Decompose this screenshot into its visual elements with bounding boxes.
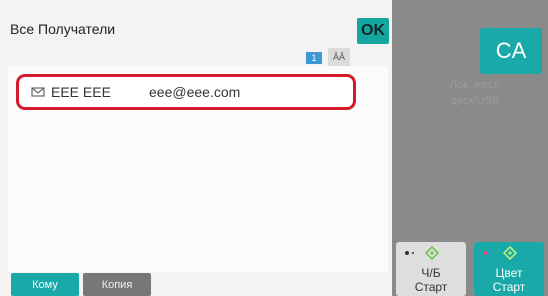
bw-dots-icon (405, 251, 414, 255)
start-diamond-icon (503, 246, 517, 260)
recipient-email: eee@eee.com (149, 84, 241, 100)
ok-button[interactable]: OK (357, 18, 389, 44)
storage-label: Лок. жест. диск/USB (449, 79, 501, 107)
bw-start-line1: Ч/Б (421, 266, 441, 280)
bw-start-button[interactable]: Ч/Б Старт (396, 242, 466, 296)
tab-to[interactable]: Кому (11, 273, 79, 296)
clear-all-button[interactable]: CA (480, 28, 542, 74)
address-dialog: Все Получатели OK 1 ĀĀ EEE EEE eee@eee.c… (0, 0, 392, 296)
color-start-button[interactable]: Цвет Старт (474, 242, 544, 296)
recipient-row[interactable]: EEE EEE eee@eee.com (16, 74, 356, 110)
page-indicator: 1 (306, 52, 322, 64)
sort-button[interactable]: ĀĀ (328, 48, 350, 66)
recipient-name: EEE EEE (51, 84, 111, 100)
color-start-label: Цвет Старт (474, 266, 544, 294)
color-start-line2: Старт (492, 280, 526, 294)
tab-cc[interactable]: Копия (83, 273, 151, 296)
dialog-title: Все Получатели (10, 21, 116, 37)
color-dots-icon (483, 251, 493, 255)
mail-icon (31, 87, 45, 97)
bw-start-line2: Старт (414, 280, 448, 294)
color-start-line1: Цвет (495, 266, 523, 280)
bw-start-label: Ч/Б Старт (396, 266, 466, 294)
recipient-list: EEE EEE eee@eee.com (8, 66, 388, 272)
start-diamond-icon (425, 246, 439, 260)
